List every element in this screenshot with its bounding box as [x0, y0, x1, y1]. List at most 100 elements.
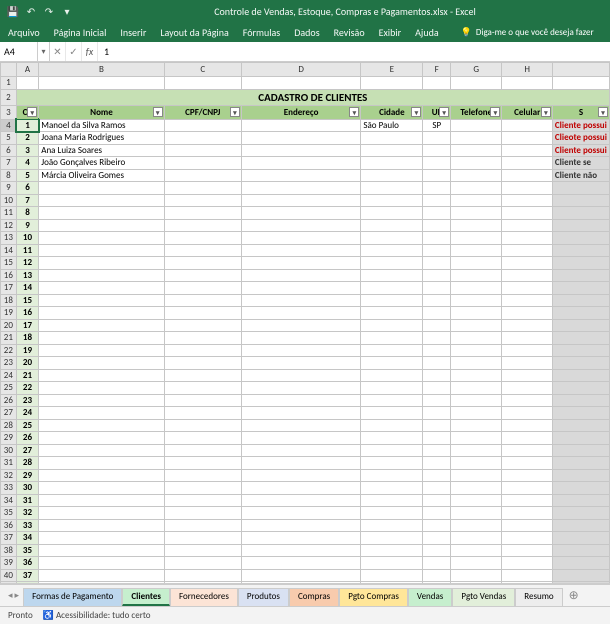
- col-header-I[interactable]: [552, 63, 609, 77]
- cell[interactable]: [361, 244, 423, 257]
- cell[interactable]: [361, 269, 423, 282]
- cell[interactable]: [423, 269, 451, 282]
- cell-status[interactable]: [552, 469, 609, 482]
- cell-status[interactable]: [552, 369, 609, 382]
- cell[interactable]: [451, 432, 502, 445]
- cell[interactable]: [451, 557, 502, 570]
- cell[interactable]: [423, 507, 451, 520]
- sheet-tab-formas-de-pagamento[interactable]: Formas de Pagamento: [23, 588, 122, 606]
- cell-codigo[interactable]: 34: [16, 532, 39, 545]
- row-header[interactable]: 26: [1, 394, 17, 407]
- cell-cidade[interactable]: [361, 157, 423, 170]
- row-header[interactable]: 39: [1, 557, 17, 570]
- row-header[interactable]: 38: [1, 544, 17, 557]
- cell[interactable]: [241, 319, 360, 332]
- cell[interactable]: [39, 507, 164, 520]
- cell-codigo[interactable]: 35: [16, 544, 39, 557]
- cell[interactable]: [241, 582, 360, 585]
- cell-status[interactable]: [552, 532, 609, 545]
- cell[interactable]: [39, 457, 164, 470]
- cell-codigo[interactable]: 4: [16, 157, 39, 170]
- cell[interactable]: [502, 232, 552, 245]
- cell[interactable]: [361, 207, 423, 220]
- cell[interactable]: [164, 507, 241, 520]
- cell-codigo[interactable]: 33: [16, 519, 39, 532]
- cell-codigo[interactable]: 38: [16, 582, 39, 585]
- cell[interactable]: [361, 407, 423, 420]
- cell[interactable]: [502, 332, 552, 345]
- cell[interactable]: [164, 244, 241, 257]
- cell[interactable]: [241, 294, 360, 307]
- cell-codigo[interactable]: 17: [16, 319, 39, 332]
- cell[interactable]: [164, 457, 241, 470]
- cell[interactable]: [361, 569, 423, 582]
- cell[interactable]: [361, 182, 423, 195]
- row-header[interactable]: 29: [1, 432, 17, 445]
- cell[interactable]: [39, 482, 164, 495]
- cell[interactable]: [164, 444, 241, 457]
- cell[interactable]: [39, 194, 164, 207]
- row-header[interactable]: 13: [1, 232, 17, 245]
- cell[interactable]: [164, 482, 241, 495]
- cell[interactable]: [39, 519, 164, 532]
- cell[interactable]: [451, 269, 502, 282]
- cell-status[interactable]: [552, 394, 609, 407]
- cell-status[interactable]: [552, 294, 609, 307]
- cell[interactable]: [39, 494, 164, 507]
- cell[interactable]: [423, 344, 451, 357]
- cell[interactable]: [241, 344, 360, 357]
- filter-dropdown-icon[interactable]: ▾: [349, 107, 359, 117]
- row-header[interactable]: 12: [1, 219, 17, 232]
- filter-dropdown-icon[interactable]: ▾: [153, 107, 163, 117]
- cell[interactable]: [241, 232, 360, 245]
- row-header[interactable]: 36: [1, 519, 17, 532]
- cell-codigo[interactable]: 36: [16, 557, 39, 570]
- col-header-A[interactable]: A: [16, 63, 39, 77]
- cell-codigo[interactable]: 15: [16, 294, 39, 307]
- cell-nome[interactable]: Joana Maria Rodrigues: [39, 132, 164, 145]
- cell[interactable]: [423, 569, 451, 582]
- filter-dropdown-icon[interactable]: ▾: [411, 107, 421, 117]
- cell-status[interactable]: Clieote possui: [552, 132, 609, 145]
- row-header[interactable]: 2: [1, 89, 17, 105]
- row-header[interactable]: 33: [1, 482, 17, 495]
- cell-codigo[interactable]: 1: [16, 119, 39, 132]
- name-box-dropdown[interactable]: ▾: [38, 42, 50, 61]
- cell[interactable]: [423, 194, 451, 207]
- cell-codigo[interactable]: 27: [16, 444, 39, 457]
- cell[interactable]: [502, 419, 552, 432]
- cell[interactable]: [164, 419, 241, 432]
- table-header-s[interactable]: S▾: [552, 105, 609, 119]
- cell[interactable]: [423, 382, 451, 395]
- tab-formulas[interactable]: Fórmulas: [243, 26, 280, 39]
- cell[interactable]: [361, 444, 423, 457]
- row-header[interactable]: 10: [1, 194, 17, 207]
- filter-dropdown-icon[interactable]: ▾: [598, 107, 608, 117]
- cell[interactable]: [241, 219, 360, 232]
- cell[interactable]: [164, 182, 241, 195]
- cell[interactable]: [502, 432, 552, 445]
- table-header-uf[interactable]: UF▾: [423, 105, 451, 119]
- cell-codigo[interactable]: 26: [16, 432, 39, 445]
- cell[interactable]: [164, 582, 241, 585]
- cell[interactable]: [502, 319, 552, 332]
- cell[interactable]: [241, 544, 360, 557]
- col-header-G[interactable]: G: [451, 63, 502, 77]
- table-header-co[interactable]: Có▾: [16, 105, 39, 119]
- cell[interactable]: [423, 482, 451, 495]
- cell[interactable]: [451, 469, 502, 482]
- row-header[interactable]: 11: [1, 207, 17, 220]
- sheet-tab-pgto-compras[interactable]: Pgto Compras: [339, 588, 408, 606]
- cancel-icon[interactable]: ✕: [50, 42, 66, 61]
- cell[interactable]: [502, 357, 552, 370]
- cell[interactable]: [164, 569, 241, 582]
- cell[interactable]: [502, 444, 552, 457]
- row-header[interactable]: 19: [1, 307, 17, 320]
- cell[interactable]: [361, 482, 423, 495]
- sheet-tab-pgto-vendas[interactable]: Pgto Vendas: [452, 588, 515, 606]
- cell[interactable]: [451, 507, 502, 520]
- cell[interactable]: [423, 244, 451, 257]
- row-header[interactable]: 1: [1, 77, 17, 90]
- row-header[interactable]: 25: [1, 382, 17, 395]
- sheet-tab-vendas[interactable]: Vendas: [408, 588, 452, 606]
